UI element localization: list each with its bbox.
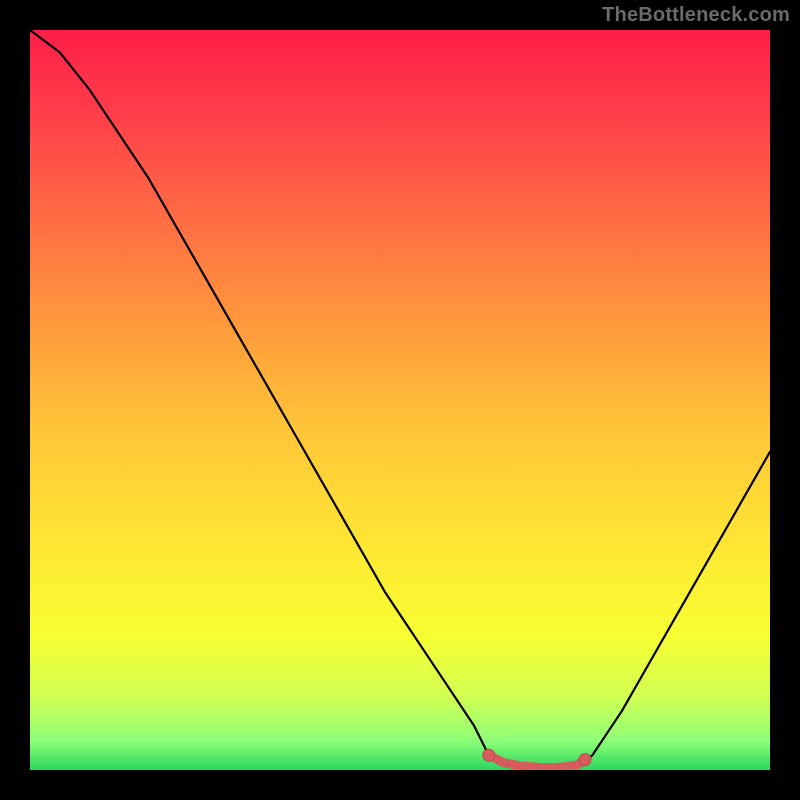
plot-area bbox=[30, 30, 770, 770]
optimal-range-marker bbox=[489, 755, 585, 768]
marker-endpoint bbox=[483, 749, 495, 761]
watermark-text: TheBottleneck.com bbox=[602, 4, 790, 27]
bottleneck-curve bbox=[30, 30, 770, 768]
marker-endpoint bbox=[579, 754, 591, 766]
curve-layer bbox=[30, 30, 770, 770]
chart-frame: TheBottleneck.com bbox=[0, 0, 800, 800]
